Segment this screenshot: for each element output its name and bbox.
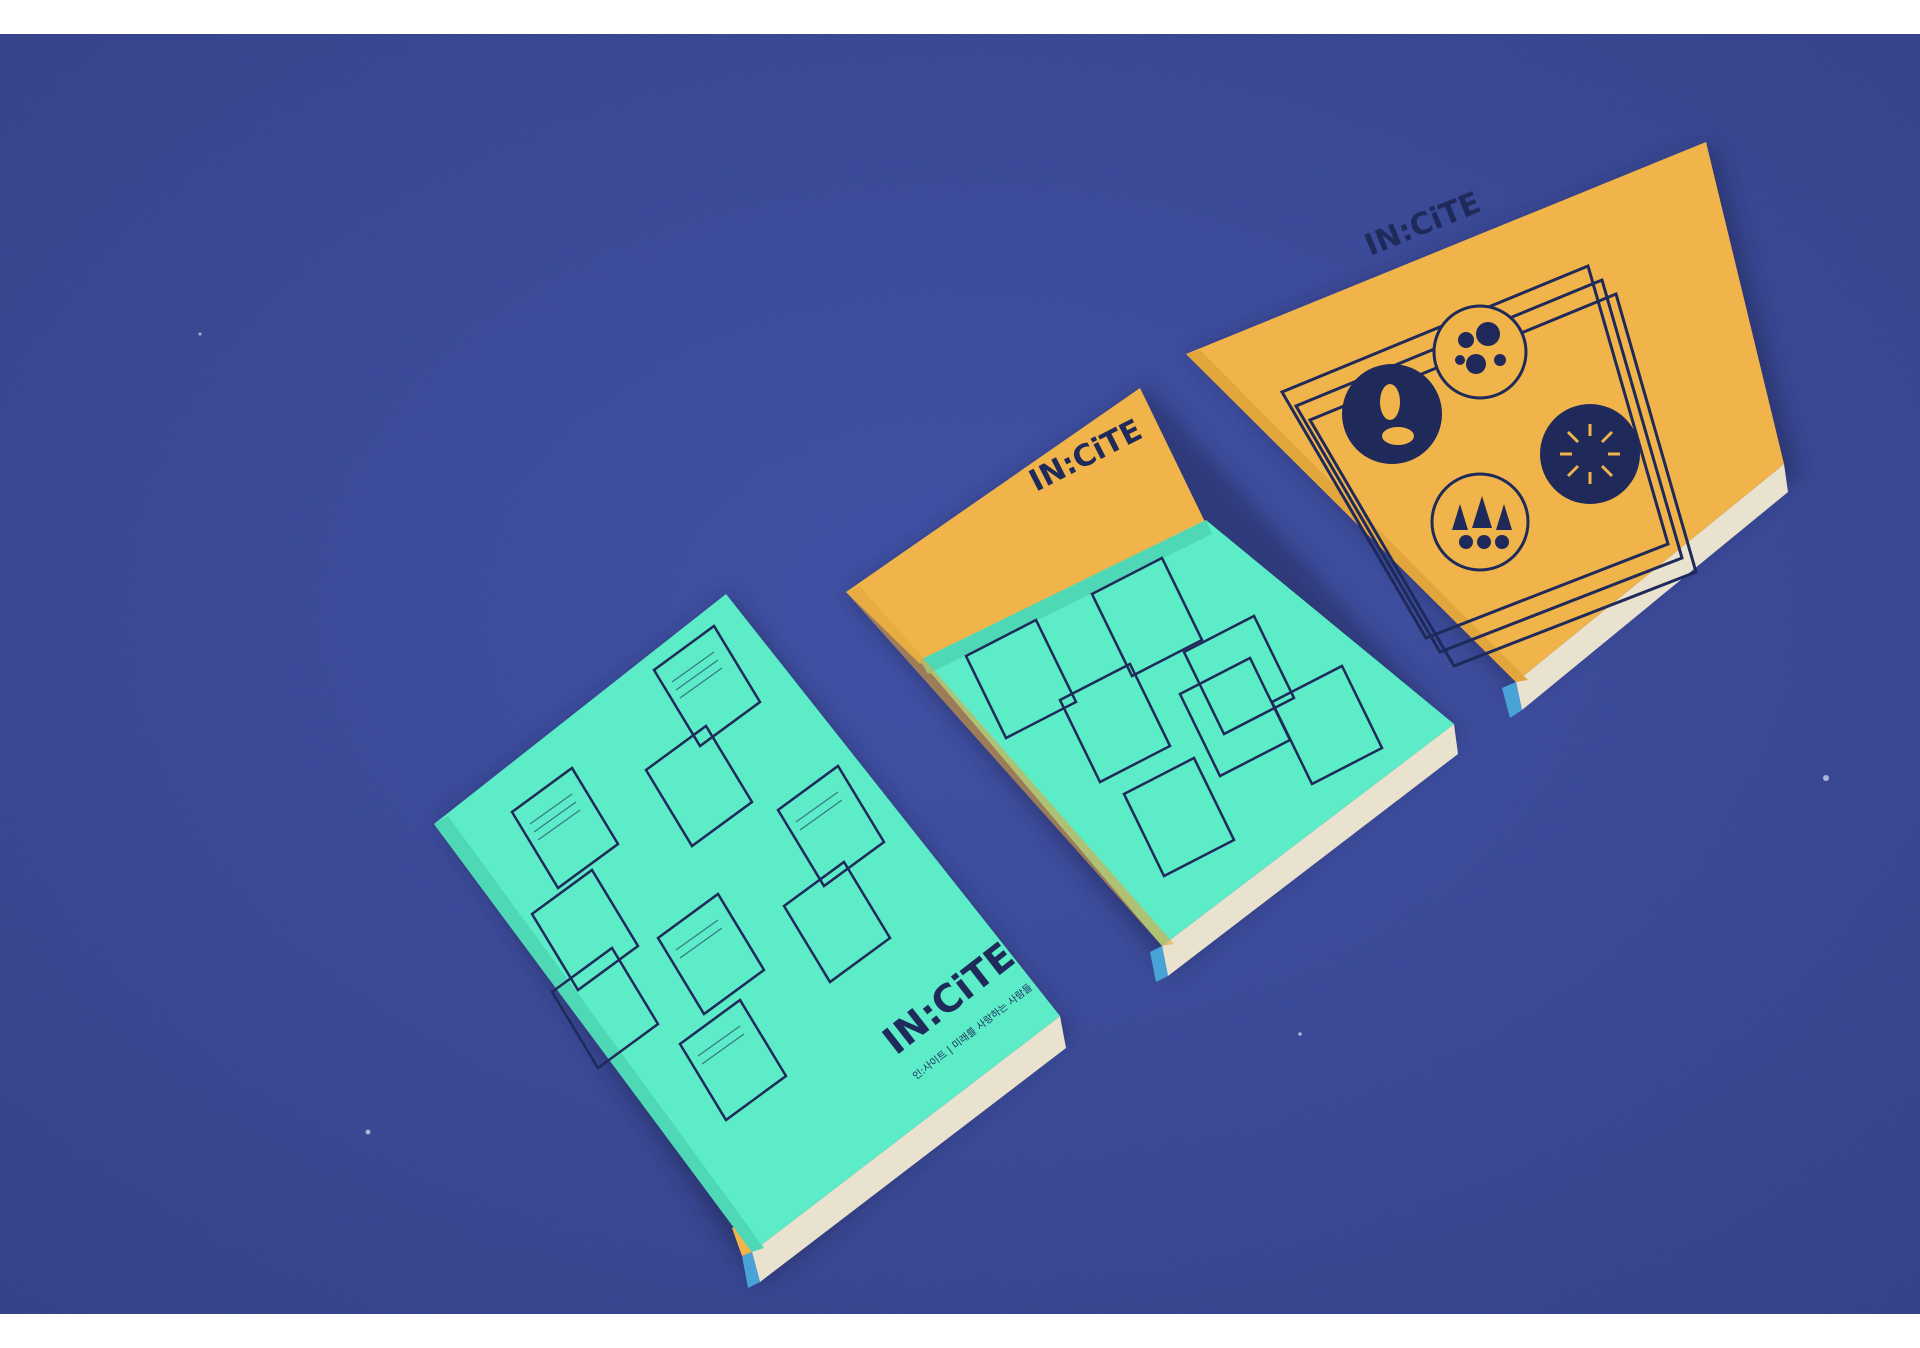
photo-scene: IN:CiTE IN:CiTE IN:CiTE 인:사이트 | 미래를 사랑하는… <box>0 34 1920 1314</box>
photo: IN:CiTE IN:CiTE IN:CiTE 인:사이트 | 미래를 사랑하는… <box>0 34 1920 1314</box>
